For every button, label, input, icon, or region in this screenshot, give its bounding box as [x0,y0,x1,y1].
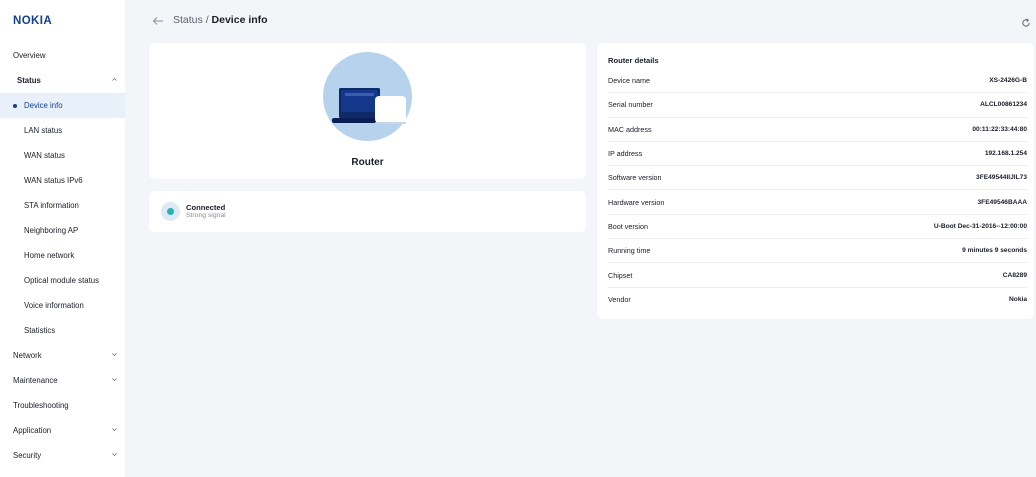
router-details-card: Router details Device name XS-2426G-B Se… [597,43,1034,319]
refresh-icon[interactable] [1021,15,1031,27]
sidebar-item-network[interactable]: Network [0,343,125,368]
detail-value: ALCL00861234 [980,101,1027,109]
back-arrow-icon[interactable] [152,14,164,26]
detail-value: 9 minutes 9 seconds [962,247,1027,255]
connection-status-card: Connected Strong signal [149,191,586,232]
connection-status-icon [161,202,180,221]
page-header: Status / Device info [125,0,1036,40]
sidebar-item-optical-module-status[interactable]: Optical module status [0,268,125,293]
detail-key: Software version [608,173,662,183]
chevron-down-icon [112,452,117,457]
connection-status-subtitle: Strong signal [186,212,226,219]
sidebar-item-label: LAN status [24,126,63,135]
breadcrumb-separator: / [202,14,212,26]
detail-value: XS-2426G-B [989,77,1027,85]
sidebar-item-label: Status [17,76,41,85]
device-illustration [323,52,412,141]
sidebar-item-label: Overview [13,51,46,60]
detail-row-boot-version: Boot version U-Boot Dec-31-2016--12:00:0… [608,215,1027,240]
detail-value: 192.168.1.254 [984,150,1027,158]
nokia-logo: NOKIA [13,15,53,27]
detail-key: Vendor [608,295,631,305]
sidebar-item-neighboring-ap[interactable]: Neighboring AP [0,218,125,243]
detail-value: U-Boot Dec-31-2016--12:00:00 [933,222,1027,230]
detail-key: Serial number [608,100,653,110]
sidebar-item-home-network[interactable]: Home network [0,243,125,268]
sidebar-item-label: Home network [24,251,75,260]
detail-value: 3FE49546BAAA [977,198,1027,206]
sidebar-item-label: Security [13,451,42,460]
sidebar-item-label: Network [13,351,42,360]
router-icon [332,88,406,124]
sidebar-item-label: WAN status [24,151,65,160]
sidebar-item-wan-status[interactable]: WAN status [0,143,125,168]
chevron-up-icon [112,77,117,82]
chevron-down-icon [112,377,117,382]
sidebar-item-label: STA information [24,201,79,210]
detail-key: Hardware version [608,197,665,207]
detail-row-device-name: Device name XS-2426G-B [608,69,1027,94]
sidebar-item-application[interactable]: Application [0,418,125,443]
sidebar-item-label: WAN status IPv6 [24,176,83,185]
sidebar-item-overview[interactable]: Overview [0,43,125,68]
sidebar-item-sta-information[interactable]: STA information [0,193,125,218]
detail-value: 3FE49544IIJIL73 [976,174,1027,182]
detail-row-mac-address: MAC address 00:11:22:33:44:80 [608,118,1027,142]
detail-row-chipset: Chipset CA8289 [608,263,1027,288]
router-details-title: Router details [608,56,659,65]
detail-key: Running time [608,246,651,256]
sidebar-item-statistics[interactable]: Statistics [0,318,125,343]
sidebar-item-label: Optical module status [24,276,99,285]
sidebar-item-voice-information[interactable]: Voice information [0,293,125,318]
active-dot-icon [13,104,17,108]
chevron-down-icon [112,427,117,432]
detail-row-vendor: Vendor Nokia [608,288,1027,312]
detail-row-running-time: Running time 9 minutes 9 seconds [608,239,1027,264]
sidebar-item-label: Neighboring AP [24,226,79,235]
detail-row-hardware-version: Hardware version 3FE49546BAAA [608,191,1027,215]
device-card: Router [149,43,586,179]
sidebar-item-device-info[interactable]: Device info [0,93,125,118]
breadcrumb: Status / Device info [173,14,268,26]
detail-key: MAC address [608,124,652,134]
sidebar-item-wan-status-ipv6[interactable]: WAN status IPv6 [0,168,125,193]
detail-key: Device name [608,76,650,86]
sidebar-item-maintenance[interactable]: Maintenance [0,368,125,393]
breadcrumb-parent[interactable]: Status [173,14,203,26]
detail-value: 00:11:22:33:44:80 [972,125,1027,133]
sidebar: NOKIA Overview Status Device info LAN st… [0,0,125,477]
connection-status-title: Connected [186,203,226,212]
detail-key: Chipset [608,270,633,280]
sidebar-item-lan-status[interactable]: LAN status [0,118,125,143]
sidebar-item-label: Statistics [24,326,56,335]
sidebar-item-status[interactable]: Status [0,68,125,93]
sidebar-item-label: Voice information [24,301,84,310]
detail-key: IP address [608,149,643,159]
detail-row-software-version: Software version 3FE49544IIJIL73 [608,166,1027,191]
page-title: Device info [211,14,268,26]
sidebar-item-label: Troubleshooting [13,401,69,410]
device-title: Router [351,157,384,168]
detail-key: Boot version [608,221,648,231]
detail-value: Nokia [1009,296,1027,304]
sidebar-item-label: Maintenance [13,376,58,385]
sidebar-item-security[interactable]: Security [0,443,125,468]
status-dot [167,208,174,215]
detail-row-ip-address: IP address 192.168.1.254 [608,142,1027,167]
sidebar-item-label: Application [13,426,52,435]
chevron-down-icon [112,352,117,357]
detail-row-serial-number: Serial number ALCL00861234 [608,93,1027,118]
sidebar-item-label: Device info [24,101,63,110]
sidebar-item-troubleshooting[interactable]: Troubleshooting [0,393,125,418]
detail-value: CA8289 [1002,271,1027,279]
